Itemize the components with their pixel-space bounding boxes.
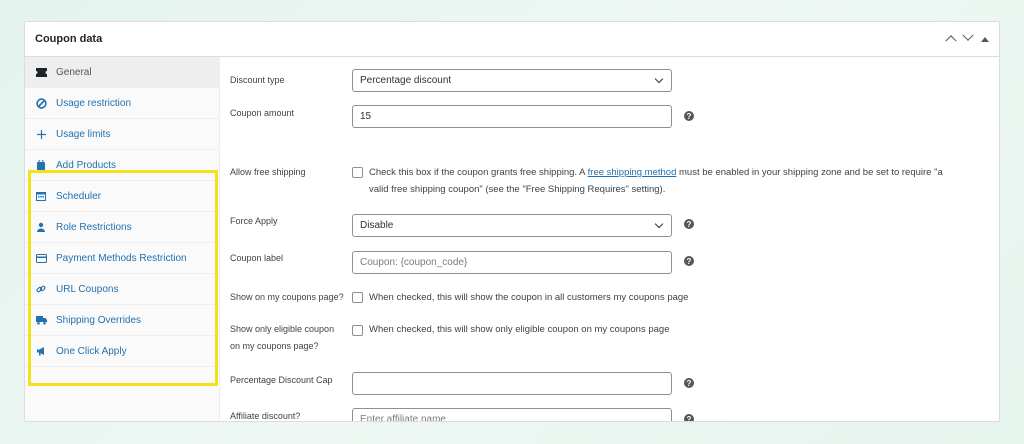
help-icon[interactable]: ? [684,219,694,229]
user-icon [35,221,47,233]
toggle-panel-icon[interactable] [981,34,989,45]
calendar-icon [35,190,47,202]
help-icon[interactable]: ? [684,378,694,388]
bag-icon [35,159,47,171]
tab-scheduler[interactable]: Scheduler [25,181,219,212]
force-apply-value: Disable [360,220,394,231]
coupon-amount-label: Coupon amount [230,108,295,118]
show-eligible-label-line2: on my coupons page? [230,341,319,351]
discount-cap-label: Percentage Discount Cap [230,375,333,385]
show-on-page-checkbox[interactable] [352,292,363,303]
discount-cap-input[interactable] [352,372,672,395]
discount-type-select[interactable]: Percentage discount [352,69,672,92]
tab-label: Shipping Overrides [56,314,142,326]
tab-one-click-apply[interactable]: One Click Apply [25,336,219,367]
free-shipping-method-link[interactable]: free shipping method [588,167,677,178]
help-icon[interactable]: ? [684,256,694,266]
move-down-icon[interactable] [962,29,974,45]
general-settings-form: Discount type Percentage discount Coupon… [221,57,999,421]
tab-add-products[interactable]: Add Products [25,150,219,181]
free-shipping-label: Allow free shipping [230,167,306,177]
tab-payment-methods-restriction[interactable]: Payment Methods Restriction [25,243,219,274]
truck-icon [35,314,47,326]
coupon-label-placeholder: Coupon: {coupon_code} [360,257,468,268]
tab-label: Payment Methods Restriction [56,252,187,264]
tab-usage-limits[interactable]: Usage limits [25,119,219,150]
tab-label: Usage restriction [56,97,132,109]
move-up-icon[interactable] [945,34,957,46]
discount-type-value: Percentage discount [360,75,452,86]
link-icon [35,283,47,295]
panel-controls [945,29,989,46]
free-shipping-desc-text: Check this box if the coupon grants free… [369,167,588,178]
coupon-label-label: Coupon label [230,253,284,263]
affiliate-label: Affiliate discount? [230,411,301,421]
coupon-amount-input[interactable]: 15 [352,105,672,128]
show-eligible-label: Show only eligible coupon on my coupons … [230,321,334,355]
show-on-page-description: When checked, this will show the coupon … [369,292,689,303]
tab-general[interactable]: General [25,57,219,88]
chevron-down-icon [654,74,664,84]
help-icon[interactable]: ? [684,414,694,421]
affiliate-input[interactable]: Enter affiliate name [352,408,672,422]
tab-usage-restriction[interactable]: Usage restriction [25,88,219,119]
free-shipping-desc-line2: valid free shipping coupon" (see the "Fr… [369,184,666,195]
tab-label: URL Coupons [56,283,119,295]
ticket-icon [35,66,47,78]
tab-label: Add Products [56,159,117,171]
coupon-label-input[interactable]: Coupon: {coupon_code} [352,251,672,274]
show-eligible-label-line1: Show only eligible coupon [230,324,335,334]
help-icon[interactable]: ? [684,111,694,121]
panel-title: Coupon data [35,33,103,45]
force-apply-label: Force Apply [230,216,278,226]
no-entry-icon [35,97,47,109]
show-eligible-checkbox[interactable] [352,325,363,336]
megaphone-icon [35,345,47,357]
tab-label: Usage limits [56,128,111,140]
show-eligible-description: When checked, this will show only eligib… [369,324,670,335]
chevron-down-icon [654,219,664,229]
panel-header: Coupon data [25,22,999,57]
tab-shipping-overrides[interactable]: Shipping Overrides [25,305,219,336]
show-on-page-label: Show on my coupons page? [230,292,344,302]
credit-card-icon [35,252,47,264]
tab-url-coupons[interactable]: URL Coupons [25,274,219,305]
force-apply-select[interactable]: Disable [352,214,672,237]
tab-label: Scheduler [56,190,102,202]
coupon-amount-value: 15 [360,111,372,122]
free-shipping-desc-text-2: must be enabled in your shipping zone an… [676,167,943,178]
coupon-data-panel: Coupon data General Usage restriction Us… [24,21,1000,422]
affiliate-placeholder: Enter affiliate name [360,414,446,422]
tab-role-restrictions[interactable]: Role Restrictions [25,212,219,243]
free-shipping-checkbox[interactable] [352,167,363,178]
discount-type-label: Discount type [230,75,285,85]
tab-label: General [56,66,92,78]
free-shipping-description: Check this box if the coupon grants free… [369,164,943,198]
arrows-icon [35,128,47,140]
coupon-tabs-sidebar: General Usage restriction Usage limits A… [25,57,220,421]
tab-label: Role Restrictions [56,221,132,233]
tab-label: One Click Apply [56,345,127,357]
